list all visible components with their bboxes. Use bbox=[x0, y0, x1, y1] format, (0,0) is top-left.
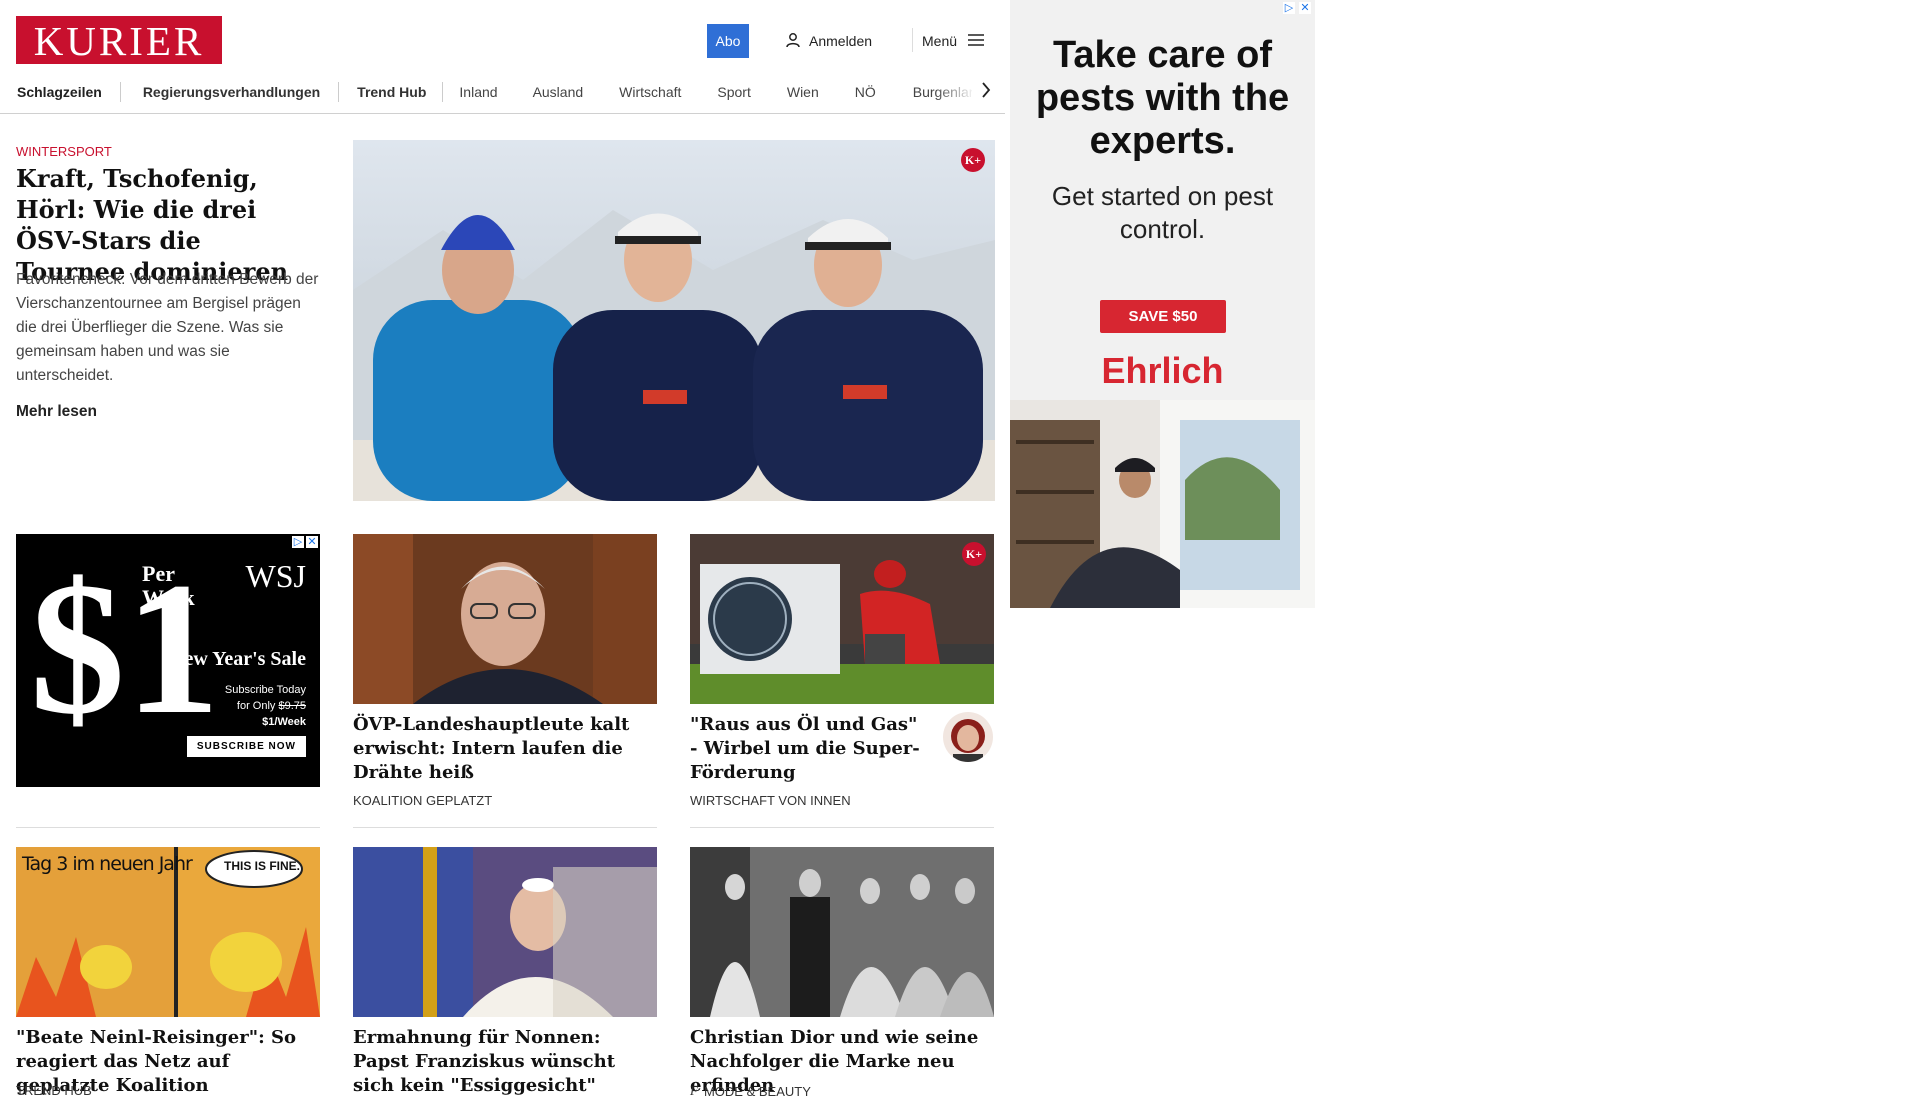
nav-separator bbox=[119, 82, 121, 102]
user-icon bbox=[785, 32, 801, 51]
ehrlich-ad-sub: Get started on pest control. bbox=[1051, 181, 1274, 244]
nav-item-schlagzeilen[interactable]: Schlagzeilen bbox=[17, 84, 102, 100]
hamburger-icon bbox=[967, 33, 985, 50]
menu-button[interactable]: Menü bbox=[922, 30, 985, 52]
nav-item-wien[interactable]: Wien bbox=[787, 84, 819, 100]
adchoices-icon[interactable]: ▷ bbox=[292, 536, 304, 548]
nav-separator bbox=[338, 82, 340, 102]
ehrlich-ad-headline: Take care of pests with the experts. bbox=[1035, 34, 1290, 162]
pope-photo bbox=[353, 847, 657, 1017]
card-kicker-dior-wrap[interactable]: f MODE & BEAUTY bbox=[690, 1083, 811, 1099]
wsj-ad-per: Per bbox=[142, 561, 175, 586]
author-photo bbox=[951, 719, 985, 762]
card-image-meme[interactable]: Tag 3 im neuen Jahr THIS IS FINE. bbox=[16, 847, 320, 1017]
pest-technician-photo bbox=[1010, 400, 1315, 608]
card-image-pope[interactable] bbox=[353, 847, 657, 1017]
nav-next-button[interactable] bbox=[972, 74, 1000, 110]
wsj-ad-old-price: $9.75 bbox=[278, 700, 306, 712]
kurier-logo[interactable]: KURIER bbox=[16, 16, 222, 64]
wsj-ad-sale: New Year's Sale bbox=[170, 648, 306, 670]
card-kicker-oevp[interactable]: KOALITION GEPLATZT bbox=[353, 793, 492, 808]
freizeit-icon: f bbox=[690, 1083, 698, 1098]
read-more-link[interactable]: Mehr lesen bbox=[16, 403, 97, 421]
kplus-badge: K+ bbox=[962, 542, 986, 566]
dior-historic-photo bbox=[690, 847, 994, 1017]
menu-label: Menü bbox=[922, 33, 958, 49]
header-divider-line bbox=[0, 113, 1005, 114]
lead-kicker[interactable]: WINTERSPORT bbox=[16, 144, 112, 159]
row-divider bbox=[16, 827, 320, 828]
ski-jumpers-photo bbox=[353, 140, 995, 501]
meme-text-left: Tag 3 im neuen Jahr bbox=[22, 853, 193, 875]
login-button[interactable]: Anmelden bbox=[785, 30, 872, 52]
row-divider bbox=[353, 827, 657, 828]
meme-text-right: THIS IS FINE. bbox=[224, 859, 301, 873]
header-divider bbox=[912, 28, 913, 52]
ad-choices[interactable]: ▷ ✕ bbox=[292, 536, 318, 548]
section-nav: Schlagzeilen Regierungsverhandlungen Tre… bbox=[0, 72, 1005, 112]
card-title-pope[interactable]: Ermahnung für Nonnen: Papst Franziskus w… bbox=[353, 1026, 657, 1098]
login-label: Anmelden bbox=[809, 33, 873, 49]
save-50-button[interactable]: SAVE $50 bbox=[1100, 300, 1226, 333]
heat-pump-photo bbox=[690, 534, 994, 704]
chevron-right-icon bbox=[981, 81, 991, 103]
wsj-ad-subscribe: Subscribe Today bbox=[224, 684, 306, 696]
close-icon[interactable]: ✕ bbox=[1299, 2, 1311, 14]
close-icon[interactable]: ✕ bbox=[306, 536, 318, 548]
card-kicker-heatpump[interactable]: WIRTSCHAFT VON INNEN bbox=[690, 793, 851, 808]
nav-item-trend-hub[interactable]: Trend Hub bbox=[357, 84, 426, 100]
ehrlich-ad[interactable]: ▷ ✕ Take care of pests with the experts.… bbox=[1010, 0, 1315, 608]
ehrlich-logo: Ehrlich bbox=[1101, 350, 1224, 391]
card-image-dior[interactable] bbox=[690, 847, 994, 1017]
politician-photo bbox=[353, 534, 657, 704]
card-kicker-dior: MODE & BEAUTY bbox=[703, 1083, 811, 1099]
card-image-oevp[interactable] bbox=[353, 534, 657, 704]
lead-teaser: Favoritencheck: Vor dem dritten Bewerb d… bbox=[16, 271, 319, 384]
wsj-ad-for-only: for Only bbox=[236, 700, 276, 712]
abo-button[interactable]: Abo bbox=[707, 24, 749, 58]
nav-separator bbox=[442, 82, 444, 102]
wsj-subscribe-button[interactable]: SUBSCRIBE NOW bbox=[186, 736, 306, 757]
nav-item-regierungsverhandlungen[interactable]: Regierungsverhandlungen bbox=[143, 84, 320, 100]
card-title-heatpump[interactable]: "Raus aus Öl und Gas" - Wirbel um die Su… bbox=[690, 713, 930, 785]
row-divider bbox=[690, 827, 994, 828]
wsj-ad-brand: WSJ bbox=[245, 558, 306, 594]
wsj-ad-week: Week bbox=[142, 585, 195, 610]
wsj-ad[interactable]: ▷ ✕ $1 Per Week WSJ New Year's Sale Subs… bbox=[16, 534, 320, 787]
card-title-oevp[interactable]: ÖVP-Landeshauptleute kalt erwischt: Inte… bbox=[353, 713, 657, 785]
nav-item-sport[interactable]: Sport bbox=[717, 84, 750, 100]
kplus-badge: K+ bbox=[961, 148, 985, 172]
lead-image[interactable]: K+ bbox=[353, 140, 995, 501]
wsj-ad-new-price: $1/Week bbox=[262, 716, 306, 728]
card-image-heatpump[interactable]: K+ bbox=[690, 534, 994, 704]
nav-item-wirtschaft[interactable]: Wirtschaft bbox=[619, 84, 681, 100]
nav-item-noe[interactable]: NÖ bbox=[855, 84, 876, 100]
card-kicker-meme[interactable]: TREND HUB bbox=[16, 1083, 92, 1098]
nav-item-ausland[interactable]: Ausland bbox=[533, 84, 584, 100]
nav-fade bbox=[935, 74, 975, 110]
nav-item-inland[interactable]: Inland bbox=[459, 84, 497, 100]
author-avatar[interactable] bbox=[943, 712, 993, 762]
adchoices-icon[interactable]: ▷ bbox=[1283, 2, 1295, 14]
